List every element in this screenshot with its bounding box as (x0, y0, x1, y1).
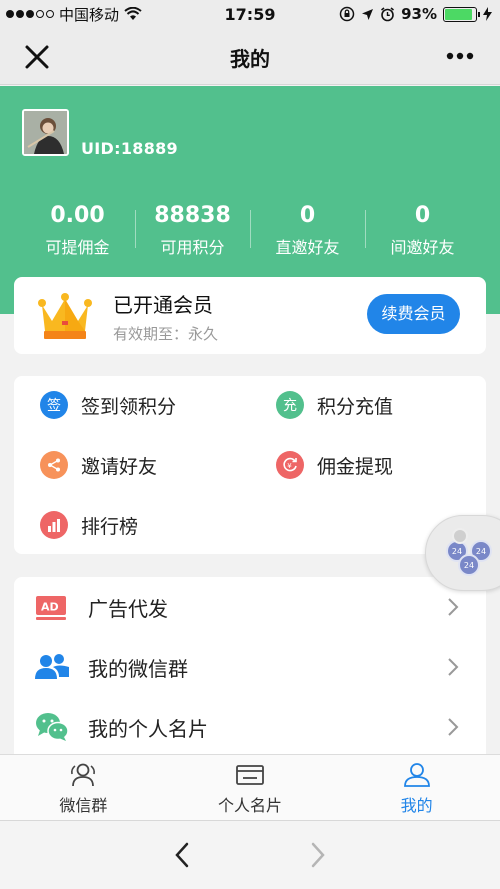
crown-icon (38, 293, 92, 339)
menu-item-ranking[interactable]: 排行榜 (40, 510, 138, 540)
svg-text:AD: AD (41, 601, 59, 614)
stat-commission[interactable]: 0.00 可提佣金 (20, 202, 135, 258)
wechat-icon (36, 713, 69, 741)
group-icon (71, 763, 96, 787)
recharge-icon: 充 (276, 391, 304, 419)
membership-title: 已开通会员 (113, 293, 213, 317)
location-icon (362, 8, 374, 20)
alarm-icon (381, 6, 395, 21)
rotation-lock-icon (339, 6, 355, 22)
back-arrow-icon[interactable] (172, 841, 192, 869)
stat-value: 0 (299, 203, 316, 228)
ranking-icon (40, 511, 68, 539)
status-right: 93% (339, 5, 492, 23)
stat-label: 可用积分 (160, 238, 225, 257)
ad-icon: AD (36, 596, 66, 620)
stat-label: 直邀好友 (275, 238, 340, 257)
stat-value: 0.00 (50, 203, 105, 228)
stats-row: 0.00 可提佣金 88838 可用积分 0 直邀好友 0 间邀好友 (20, 202, 480, 258)
list-item-label: 广告代发 (88, 596, 168, 621)
stat-points[interactable]: 88838 可用积分 (135, 202, 250, 258)
floating-service-button[interactable]: 24 24 24 (425, 515, 500, 591)
page-title: 我的 (230, 47, 270, 71)
stat-value: 0 (414, 203, 431, 228)
clock-24h-icon: 24 (458, 554, 480, 576)
stat-direct-invites[interactable]: 0 直邀好友 (250, 202, 365, 258)
wechat-group-icon (35, 654, 69, 679)
menu-item-label: 佣金提现 (317, 455, 394, 478)
renew-membership-button[interactable]: 续费会员 (367, 294, 460, 334)
menu-item-sign-in[interactable]: 签 签到领积分 (40, 390, 176, 420)
list-menu: AD 广告代发 我的微信群 我的个人名片 (14, 577, 486, 755)
tab-business-card[interactable]: 个人名片 (167, 755, 334, 820)
nav-bar: 我的 (0, 28, 500, 85)
chevron-right-icon (448, 658, 459, 676)
list-item-business-card[interactable]: 我的个人名片 (14, 697, 486, 755)
menu-item-label: 积分充值 (317, 395, 394, 418)
chevron-right-icon (448, 718, 459, 736)
list-item-ads[interactable]: AD 广告代发 (14, 577, 486, 637)
quick-menu: 签 签到领积分 充 积分充值 邀请好友 ¥ 佣金提现 排行榜 (14, 376, 486, 554)
more-icon[interactable] (442, 44, 478, 68)
menu-item-recharge[interactable]: 充 积分充值 (276, 390, 393, 420)
menu-item-label: 排行榜 (81, 515, 139, 538)
avatar[interactable] (22, 109, 69, 156)
stat-value: 88838 (154, 203, 231, 228)
avatar-image (24, 111, 67, 154)
membership-card: 已开通会员 有效期至：永久 续费会员 (14, 277, 486, 354)
user-icon (403, 763, 430, 787)
chevron-right-icon (448, 598, 459, 616)
charging-icon (483, 7, 492, 21)
withdraw-icon: ¥ (276, 451, 304, 479)
share-icon (40, 451, 68, 479)
tab-bar: 微信群 个人名片 我的 (0, 754, 500, 820)
link-icon (452, 528, 468, 544)
user-id: UID:18889 (81, 139, 178, 158)
battery-icon (443, 6, 480, 22)
stat-label: 可提佣金 (45, 238, 110, 257)
stat-indirect-invites[interactable]: 0 间邀好友 (365, 202, 480, 258)
card-icon (236, 765, 264, 785)
stat-label: 间邀好友 (390, 238, 455, 257)
battery-percent: 93% (401, 5, 437, 23)
menu-item-label: 签到领积分 (81, 395, 177, 418)
tab-wechat-groups[interactable]: 微信群 (0, 755, 167, 820)
list-item-label: 我的个人名片 (88, 716, 208, 741)
menu-item-withdraw[interactable]: ¥ 佣金提现 (276, 450, 393, 480)
menu-item-invite[interactable]: 邀请好友 (40, 450, 157, 480)
membership-validity: 有效期至：永久 (113, 325, 219, 343)
status-bar: 中国移动 17:59 93% (0, 0, 500, 28)
tab-label: 个人名片 (218, 796, 283, 815)
tab-mine[interactable]: 我的 (333, 755, 500, 820)
svg-text:¥: ¥ (287, 462, 292, 470)
sign-in-icon: 签 (40, 391, 68, 419)
list-item-label: 我的微信群 (88, 656, 188, 681)
list-item-wechat-groups[interactable]: 我的微信群 (14, 637, 486, 697)
menu-item-label: 邀请好友 (81, 455, 158, 478)
tab-label: 我的 (400, 796, 433, 815)
tab-label: 微信群 (59, 796, 108, 815)
browser-toolbar (0, 820, 500, 889)
forward-arrow-icon[interactable] (308, 841, 328, 869)
